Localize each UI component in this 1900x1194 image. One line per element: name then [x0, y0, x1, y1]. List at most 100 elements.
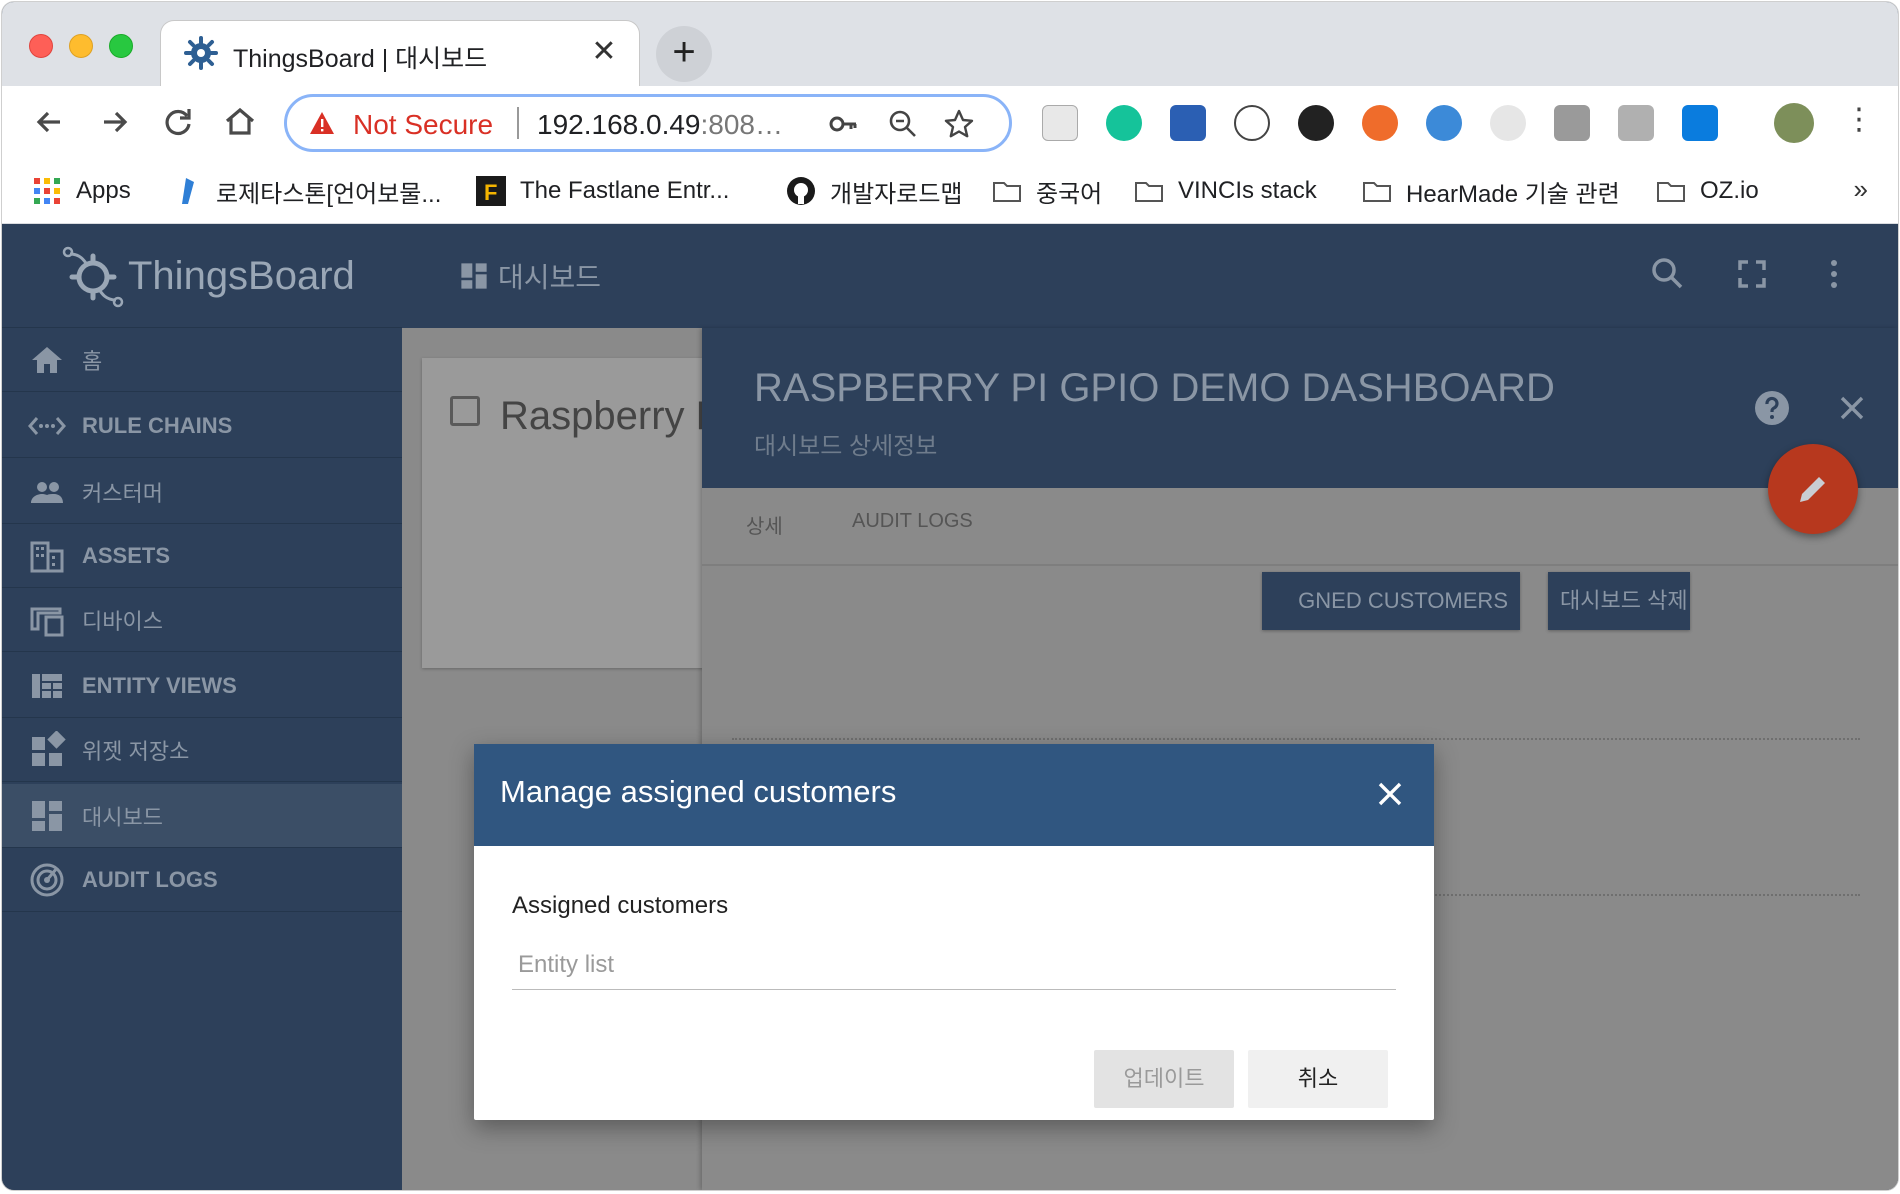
- thingsboard-app: ThingsBoard 홈 RULE CHAINS 커스터머 ASSETS 디바…: [2, 224, 1898, 1190]
- audit-logs-icon: [30, 863, 64, 896]
- bookmark-dev-roadmap[interactable]: 개발자로드맵: [786, 172, 962, 210]
- key-icon[interactable]: [827, 108, 859, 140]
- profile-avatar[interactable]: [1774, 103, 1814, 143]
- browser-toolbar: Not Secure 192.168.0.49:808… ⋮: [2, 86, 1898, 160]
- dashboard-icon: [32, 800, 62, 831]
- tab-title: ThingsBoard | 대시보드: [233, 45, 488, 73]
- browser-menu-icon[interactable]: ⋮: [1844, 105, 1874, 141]
- reload-icon[interactable]: [156, 100, 200, 144]
- breadcrumb[interactable]: 대시보드: [498, 256, 601, 296]
- card-title: Raspberry P: [500, 394, 723, 438]
- bookmark-folder-oz[interactable]: OZ.io: [1656, 172, 1759, 210]
- delete-dashboard-button[interactable]: 대시보드 삭제: [1548, 572, 1690, 630]
- new-tab-button[interactable]: +: [656, 26, 712, 82]
- sidebar-item-label: 위젯 저장소: [82, 738, 190, 764]
- sidebar-item-entity-views[interactable]: ENTITY VIEWS: [2, 654, 402, 718]
- close-icon[interactable]: [1372, 776, 1408, 812]
- folder-icon: [1135, 182, 1163, 202]
- zoom-icon[interactable]: [887, 108, 919, 140]
- browser-tab[interactable]: ThingsBoard | 대시보드 ✕: [160, 20, 640, 86]
- forward-icon[interactable]: [92, 100, 136, 144]
- bookmark-apps[interactable]: Apps: [32, 172, 131, 210]
- tab-details[interactable]: 상세: [746, 510, 783, 539]
- grammarly-icon[interactable]: [1106, 105, 1142, 141]
- trello-icon[interactable]: [1682, 105, 1718, 141]
- assets-icon: [30, 541, 64, 572]
- sidebar-item-customers[interactable]: 커스터머: [2, 460, 402, 524]
- entity-views-icon: [32, 673, 62, 698]
- lifebuoy-extension-icon[interactable]: [1362, 105, 1398, 141]
- sidebar-item-assets[interactable]: ASSETS: [2, 524, 402, 588]
- card-checkbox[interactable]: [450, 396, 480, 426]
- apps-grid-icon: [34, 178, 60, 204]
- detail-subtitle: 대시보드 상세정보: [754, 433, 938, 460]
- security-label[interactable]: Not Secure: [353, 109, 493, 141]
- logo-area[interactable]: ThingsBoard: [2, 224, 402, 328]
- google-extension-icon[interactable]: [1490, 105, 1526, 141]
- sidebar-item-widgets[interactable]: 위젯 저장소: [2, 718, 402, 782]
- manage-customers-dialog: Manage assigned customers Assigned custo…: [474, 744, 1434, 1120]
- widgets-icon: [32, 730, 66, 766]
- rosetta-stone-icon: [182, 178, 194, 204]
- star-icon[interactable]: [943, 108, 975, 140]
- sidebar-item-label: RULE CHAINS: [82, 412, 233, 438]
- fastlane-icon: F: [476, 176, 506, 206]
- extension-icon[interactable]: [1042, 105, 1078, 141]
- bookmark-extension-icon[interactable]: [1170, 105, 1206, 141]
- sidebar-item-audit-logs[interactable]: AUDIT LOGS: [2, 848, 402, 912]
- update-button[interactable]: 업데이트: [1094, 1050, 1234, 1108]
- folder-icon: [1657, 182, 1685, 202]
- sidebar-item-label: 디바이스: [82, 608, 163, 634]
- detail-header: RASPBERRY PI GPIO DEMO DASHBOARD 대시보드 상세…: [702, 328, 1898, 488]
- minimize-window-button[interactable]: [69, 34, 93, 58]
- url-text[interactable]: 192.168.0.49:808…: [537, 109, 783, 141]
- top-bar: 대시보드: [402, 224, 1898, 328]
- back-icon[interactable]: [28, 100, 72, 144]
- entity-list-input[interactable]: [512, 940, 1396, 990]
- maximize-window-button[interactable]: [109, 34, 133, 58]
- json-formatter-icon[interactable]: [1234, 105, 1270, 141]
- bookmark-folder-vincis[interactable]: VINCIs stack: [1134, 172, 1317, 210]
- watch-extension-icon[interactable]: [1298, 105, 1334, 141]
- sidebar-item-label: ENTITY VIEWS: [82, 672, 237, 698]
- tag-extension-icon[interactable]: [1618, 105, 1654, 141]
- cancel-button[interactable]: 취소: [1248, 1050, 1388, 1108]
- bookmark-label: HearMade 기술 관련: [1406, 180, 1620, 208]
- dialog-header: Manage assigned customers: [474, 744, 1434, 846]
- assigned-customers-label: Assigned customers: [512, 892, 729, 919]
- sidebar-item-devices[interactable]: 디바이스: [2, 588, 402, 652]
- thingsboard-logo-icon: [62, 246, 124, 308]
- folder-icon: [1363, 182, 1391, 202]
- tab-close-icon[interactable]: ✕: [587, 35, 621, 69]
- fullscreen-icon[interactable]: [1732, 254, 1772, 294]
- address-bar[interactable]: Not Secure 192.168.0.49:808…: [284, 94, 1012, 152]
- close-window-button[interactable]: [29, 34, 53, 58]
- tab-audit-logs[interactable]: AUDIT LOGS: [852, 510, 973, 533]
- search-icon[interactable]: [1648, 254, 1688, 294]
- assign-customers-button[interactable]: GNED CUSTOMERS: [1262, 572, 1520, 630]
- home-icon[interactable]: [218, 100, 262, 144]
- devices-icon: [30, 607, 64, 636]
- bookmark-label: VINCIs stack: [1178, 177, 1317, 204]
- omnibox-separator: [517, 107, 519, 139]
- more-bookmarks-icon[interactable]: »: [1854, 174, 1868, 205]
- more-vert-icon[interactable]: [1814, 254, 1854, 294]
- help-icon[interactable]: [1754, 390, 1790, 426]
- bookmark-label: The Fastlane Entr...: [520, 177, 730, 204]
- sidebar-item-label: 커스터머: [82, 480, 163, 506]
- window-extension-icon[interactable]: [1554, 105, 1590, 141]
- sidebar-item-home[interactable]: 홈: [2, 328, 402, 392]
- edit-fab-button[interactable]: [1768, 444, 1858, 534]
- bookmark-label: 중국어: [1036, 180, 1103, 208]
- bookmark-folder-hearmade[interactable]: HearMade 기술 관련: [1362, 172, 1620, 210]
- globe-extension-icon[interactable]: [1426, 105, 1462, 141]
- dialog-title: Manage assigned customers: [500, 774, 897, 809]
- home-icon: [32, 346, 62, 373]
- bookmark-folder-chinese[interactable]: 중국어: [992, 172, 1102, 210]
- sidebar-item-dashboard[interactable]: 대시보드: [2, 784, 402, 848]
- bookmark-fastlane[interactable]: F The Fastlane Entr...: [476, 172, 729, 210]
- sidebar-item-rule-chains[interactable]: RULE CHAINS: [2, 394, 402, 458]
- close-icon[interactable]: [1834, 390, 1870, 426]
- bookmark-rosetta[interactable]: 로제타스톤[언어보물...: [172, 172, 441, 210]
- dashboard-card[interactable]: Raspberry P: [422, 358, 722, 668]
